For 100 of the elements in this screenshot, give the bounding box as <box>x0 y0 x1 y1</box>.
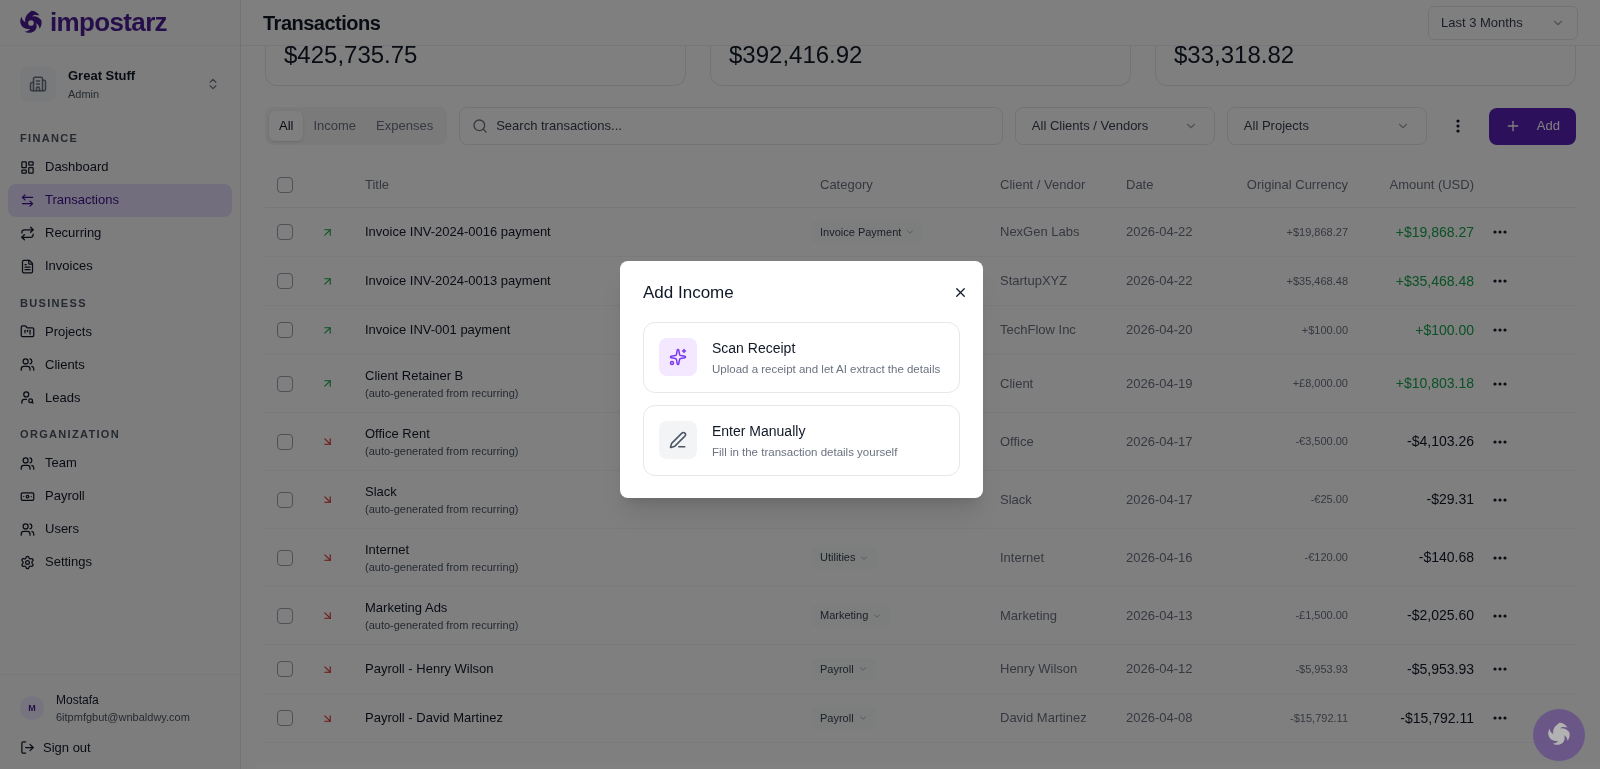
transaction-title: Office Rent <box>365 424 430 443</box>
section-heading: ORGANIZATION <box>19 427 121 442</box>
arrow-down-right-icon <box>321 609 334 622</box>
sign-out-link[interactable]: Sign out <box>20 737 220 757</box>
table-row[interactable]: Internet (auto-generated from recurring) Utilities Internet 2026-04-16 -€120.00 -$140.68 <box>265 529 1576 587</box>
table-cell-text: StartupXYZ <box>1000 272 1069 291</box>
table-cell-text: 2026-04-22 <box>1126 223 1194 242</box>
transaction-note: (auto-generated from recurring) <box>365 386 519 401</box>
dots-icon <box>1493 613 1507 618</box>
sidebar-item[interactable]: Settings <box>8 545 232 579</box>
row-checkbox[interactable] <box>277 273 293 289</box>
row-checkbox[interactable] <box>277 607 293 624</box>
row-checkbox[interactable] <box>277 710 293 726</box>
stat-value: $33,318.82 <box>1174 44 1295 66</box>
table-cell-text: -$15,792.11 <box>1289 710 1348 726</box>
filter-tab[interactable]: Income <box>303 111 367 141</box>
sidebar-item[interactable]: Dashboard <box>8 150 232 184</box>
people-icon <box>20 455 35 471</box>
arrows-icon <box>20 192 35 208</box>
amount-cell-text: -$15,792.11 <box>1399 708 1474 728</box>
filter-tab[interactable]: Expenses <box>366 111 444 141</box>
filter-select[interactable]: All Projects <box>1226 107 1427 145</box>
amount-cell-text: -$140.68 <box>1417 548 1474 567</box>
sidebar-item[interactable]: Projects <box>8 315 232 348</box>
row-checkbox[interactable] <box>277 549 293 566</box>
column-header: Client / Vendor <box>1000 175 1087 194</box>
chevron-down-icon <box>905 227 916 237</box>
table-cell-text: -€25.00 <box>1309 492 1348 508</box>
pen-icon <box>659 420 697 459</box>
repeat-icon <box>20 225 35 241</box>
table-row[interactable]: Payroll - Henry Wilson Payroll Henry Wilson 2026-04-12 -$5,953.93 -$5,953.93 <box>265 645 1576 694</box>
sidebar-item[interactable]: Recurring <box>8 216 232 250</box>
amount-cell-text: -$5,953.93 <box>1406 659 1474 679</box>
vertical-dots-icon <box>1455 119 1460 133</box>
dots-icon <box>1493 279 1507 283</box>
add-button[interactable]: Add <box>1488 107 1576 145</box>
amount-cell-text: +$100.00 <box>1414 320 1474 340</box>
section-heading: BUSINESS <box>19 295 88 311</box>
table-row[interactable]: Invoice INV-2024-0016 payment Invoice Payment NexGen Labs 2026-04-22 +$19,868.27 +$19,868.27 <box>265 208 1576 257</box>
dialog-option[interactable]: Enter Manually Fill in the transaction details yourself <box>643 404 960 476</box>
select-all-checkbox[interactable] <box>277 176 293 193</box>
building-icon <box>20 66 56 102</box>
workspace-switcher[interactable]: Great Stuff Admin <box>12 62 228 106</box>
people-icon <box>20 357 35 372</box>
period-select[interactable]: Last 3 Months <box>1428 5 1578 40</box>
sidebar-item[interactable]: Team <box>8 446 232 480</box>
table-cell-text: +$35,468.48 <box>1285 273 1348 289</box>
table-row[interactable]: Marketing Ads (auto-generated from recurring) Marketing Marketing 2026-04-13 -£1,500.00 -$2,025.60 <box>265 587 1576 645</box>
column-header: Amount (USD) <box>1388 175 1474 194</box>
arrow-down-right-icon <box>321 551 334 564</box>
dialog-title: Add Income <box>643 282 734 304</box>
transaction-note: (auto-generated from recurring) <box>365 618 519 633</box>
table-cell-text: Marketing <box>1000 606 1059 625</box>
filter-tab[interactable]: All <box>269 111 304 141</box>
column-header: Original Currency <box>1245 175 1348 194</box>
amount-cell-text: +$35,468.48 <box>1394 271 1474 291</box>
dialog-option[interactable]: Scan Receipt Upload a receipt and let AI extract the details <box>643 321 960 393</box>
search-input[interactable]: Search transactions... <box>496 116 990 136</box>
filter-select[interactable]: All Clients / Vendors <box>1014 107 1215 145</box>
sidebar-item[interactable]: Leads <box>8 381 232 414</box>
table-row[interactable]: Payroll - David Martinez Payroll David Martinez 2026-04-08 -$15,792.11 -$15,792.11 <box>265 694 1576 743</box>
row-checkbox[interactable] <box>277 433 293 450</box>
row-checkbox[interactable] <box>277 375 293 392</box>
transaction-note: (auto-generated from recurring) <box>365 560 519 575</box>
amount-cell-text: -$4,103.26 <box>1406 432 1474 451</box>
sidebar-item[interactable]: Users <box>8 512 232 546</box>
row-checkbox[interactable] <box>277 224 293 240</box>
sidebar-item[interactable]: Transactions <box>8 183 232 217</box>
table-cell-text: -£1,500.00 <box>1294 608 1348 624</box>
transaction-note: (auto-generated from recurring) <box>365 444 519 459</box>
folder-icon <box>20 324 35 339</box>
amount-cell-text: +$10,803.18 <box>1394 374 1474 393</box>
transaction-title: Internet <box>365 540 410 559</box>
dashboard-icon <box>20 159 35 175</box>
transaction-title: Payroll - David Martinez <box>365 709 503 728</box>
transaction-title: Payroll - Henry Wilson <box>365 660 494 679</box>
search-field[interactable]: Search transactions... <box>459 107 1003 145</box>
table-cell-text: -$5,953.93 <box>1294 661 1348 677</box>
sidebar-item[interactable]: Clients <box>8 348 232 381</box>
column-header: Title <box>365 175 391 194</box>
section-heading: FINANCE <box>19 131 80 146</box>
column-header: Category <box>820 175 874 194</box>
page-title: Transactions <box>263 10 381 36</box>
table-cell-text: 2026-04-13 <box>1126 606 1194 625</box>
table-cell-text: 2026-04-08 <box>1126 709 1194 728</box>
table-cell-text: Office <box>1000 432 1035 451</box>
table-cell-text: -€3,500.00 <box>1294 434 1348 450</box>
transaction-title: Invoice INV-2024-0016 payment <box>365 223 551 242</box>
table-cell-text: Slack <box>1000 490 1033 509</box>
transaction-note: (auto-generated from recurring) <box>365 502 519 517</box>
dots-icon <box>1493 497 1507 502</box>
table-cell-text: 2026-04-16 <box>1126 548 1194 567</box>
stat-value: $425,735.75 <box>284 44 418 66</box>
sidebar-item[interactable]: Payroll <box>8 479 232 513</box>
row-checkbox[interactable] <box>277 661 293 677</box>
sidebar-item[interactable]: Invoices <box>8 249 232 283</box>
row-checkbox[interactable] <box>277 322 293 338</box>
table-cell-text: Henry Wilson <box>1000 660 1079 679</box>
people-icon <box>20 521 35 537</box>
row-checkbox[interactable] <box>277 491 293 508</box>
